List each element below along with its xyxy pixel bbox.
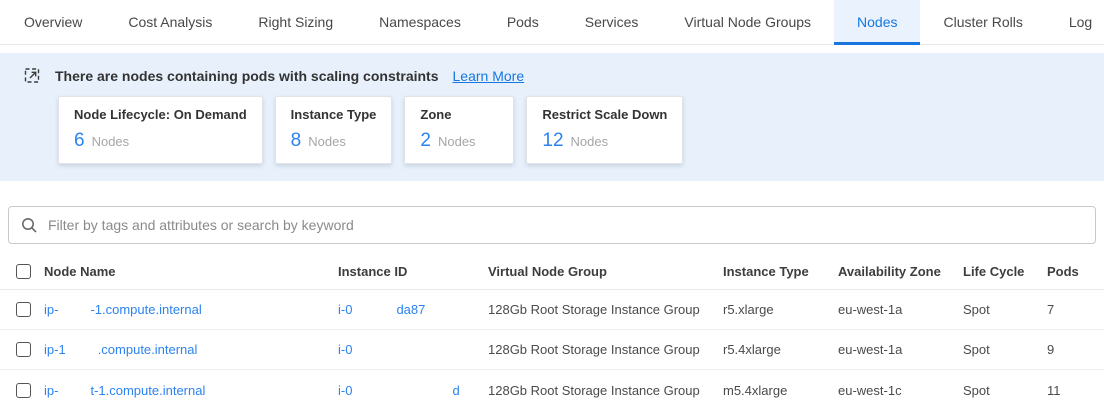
node-name-suffix: -1.compute.internal: [90, 302, 201, 317]
card-count: 2: [420, 130, 431, 152]
search-icon: [21, 217, 38, 234]
instance-id-link[interactable]: i-0 d: [338, 383, 488, 398]
constraint-card-zone[interactable]: Zone 2 Nodes: [404, 96, 514, 164]
redacted-text: [352, 383, 452, 397]
node-name-link[interactable]: ip- -1.compute.internal: [44, 302, 338, 317]
cluster-tab-bar: Overview Cost Analysis Right Sizing Name…: [0, 0, 1104, 45]
column-header-availability-zone[interactable]: Availability Zone: [838, 264, 963, 279]
life-cycle-cell: Spot: [963, 302, 1047, 317]
tab-pods[interactable]: Pods: [484, 0, 562, 44]
card-unit: Nodes: [308, 134, 346, 149]
scaling-constraints-banner: There are nodes containing pods with sca…: [0, 53, 1104, 181]
redacted-text: [66, 343, 98, 357]
column-header-virtual-node-group[interactable]: Virtual Node Group: [488, 264, 723, 279]
scale-up-constraint-icon: [24, 67, 41, 84]
instance-id-suffix: da87: [396, 302, 425, 317]
table-row: ip- -1.compute.internal i-0 da87 128Gb R…: [0, 290, 1104, 330]
node-name-prefix: ip-: [44, 302, 58, 317]
instance-id-prefix: i-0: [338, 302, 352, 317]
redacted-text: [352, 303, 396, 317]
redacted-text: [58, 383, 90, 397]
card-unit: Nodes: [438, 134, 476, 149]
tab-virtual-node-groups[interactable]: Virtual Node Groups: [661, 0, 834, 44]
availability-zone-cell: eu-west-1a: [838, 302, 963, 317]
card-count: 12: [542, 130, 563, 152]
pods-cell: 7: [1047, 302, 1104, 317]
tab-nodes[interactable]: Nodes: [834, 0, 920, 44]
node-name-prefix: ip-1: [44, 342, 66, 357]
node-name-prefix: ip-: [44, 383, 58, 398]
row-checkbox[interactable]: [16, 342, 31, 357]
column-header-node-name[interactable]: Node Name: [44, 264, 338, 279]
card-title: Zone: [420, 107, 498, 122]
life-cycle-cell: Spot: [963, 383, 1047, 398]
node-name-suffix: .compute.internal: [98, 342, 198, 357]
redacted-text: [58, 303, 90, 317]
pods-cell: 9: [1047, 342, 1104, 357]
pods-cell: 11: [1047, 383, 1104, 398]
nodes-table: Node Name Instance ID Virtual Node Group…: [0, 253, 1104, 404]
instance-type-cell: m5.4xlarge: [723, 383, 838, 398]
instance-id-link[interactable]: i-0: [338, 342, 488, 357]
learn-more-link[interactable]: Learn More: [453, 68, 525, 84]
tab-cluster-rolls[interactable]: Cluster Rolls: [920, 0, 1045, 44]
life-cycle-cell: Spot: [963, 342, 1047, 357]
tab-services[interactable]: Services: [562, 0, 662, 44]
availability-zone-cell: eu-west-1c: [838, 383, 963, 398]
tab-log[interactable]: Log: [1046, 0, 1104, 44]
node-name-suffix: t-1.compute.internal: [90, 383, 205, 398]
instance-id-suffix: d: [452, 383, 459, 398]
search-input[interactable]: [48, 217, 1083, 233]
constraint-cards: Node Lifecycle: On Demand 6 Nodes Instan…: [58, 96, 1080, 164]
row-checkbox[interactable]: [16, 302, 31, 317]
row-checkbox[interactable]: [16, 383, 31, 398]
availability-zone-cell: eu-west-1a: [838, 342, 963, 357]
card-title: Node Lifecycle: On Demand: [74, 107, 247, 122]
banner-message: There are nodes containing pods with sca…: [55, 68, 439, 84]
table-row: ip-1 .compute.internal i-0 128Gb Root St…: [0, 330, 1104, 370]
virtual-node-group-cell: 128Gb Root Storage Instance Group: [488, 383, 723, 398]
table-header-row: Node Name Instance ID Virtual Node Group…: [0, 253, 1104, 290]
virtual-node-group-cell: 128Gb Root Storage Instance Group: [488, 342, 723, 357]
virtual-node-group-cell: 128Gb Root Storage Instance Group: [488, 302, 723, 317]
card-title: Restrict Scale Down: [542, 107, 667, 122]
card-count: 8: [291, 130, 302, 152]
node-name-link[interactable]: ip-1 .compute.internal: [44, 342, 338, 357]
tab-cost-analysis[interactable]: Cost Analysis: [105, 0, 235, 44]
constraint-card-instance-type[interactable]: Instance Type 8 Nodes: [275, 96, 393, 164]
tab-overview[interactable]: Overview: [1, 0, 105, 44]
instance-id-link[interactable]: i-0 da87: [338, 302, 488, 317]
constraint-card-node-lifecycle[interactable]: Node Lifecycle: On Demand 6 Nodes: [58, 96, 263, 164]
tab-right-sizing[interactable]: Right Sizing: [235, 0, 356, 44]
select-all-checkbox[interactable]: [16, 264, 31, 279]
tab-namespaces[interactable]: Namespaces: [356, 0, 484, 44]
card-count: 6: [74, 130, 85, 152]
column-header-instance-type[interactable]: Instance Type: [723, 264, 838, 279]
instance-type-cell: r5.4xlarge: [723, 342, 838, 357]
column-header-pods[interactable]: Pods: [1047, 264, 1104, 279]
table-row: ip- t-1.compute.internal i-0 d 128Gb Roo…: [0, 370, 1104, 404]
instance-type-cell: r5.xlarge: [723, 302, 838, 317]
card-unit: Nodes: [571, 134, 609, 149]
card-title: Instance Type: [291, 107, 377, 122]
instance-id-prefix: i-0: [338, 342, 352, 357]
constraint-card-restrict-scale-down[interactable]: Restrict Scale Down 12 Nodes: [526, 96, 683, 164]
filter-search-bar: [8, 206, 1096, 244]
card-unit: Nodes: [92, 134, 130, 149]
column-header-life-cycle[interactable]: Life Cycle: [963, 264, 1047, 279]
instance-id-prefix: i-0: [338, 383, 352, 398]
node-name-link[interactable]: ip- t-1.compute.internal: [44, 383, 338, 398]
column-header-instance-id[interactable]: Instance ID: [338, 264, 488, 279]
